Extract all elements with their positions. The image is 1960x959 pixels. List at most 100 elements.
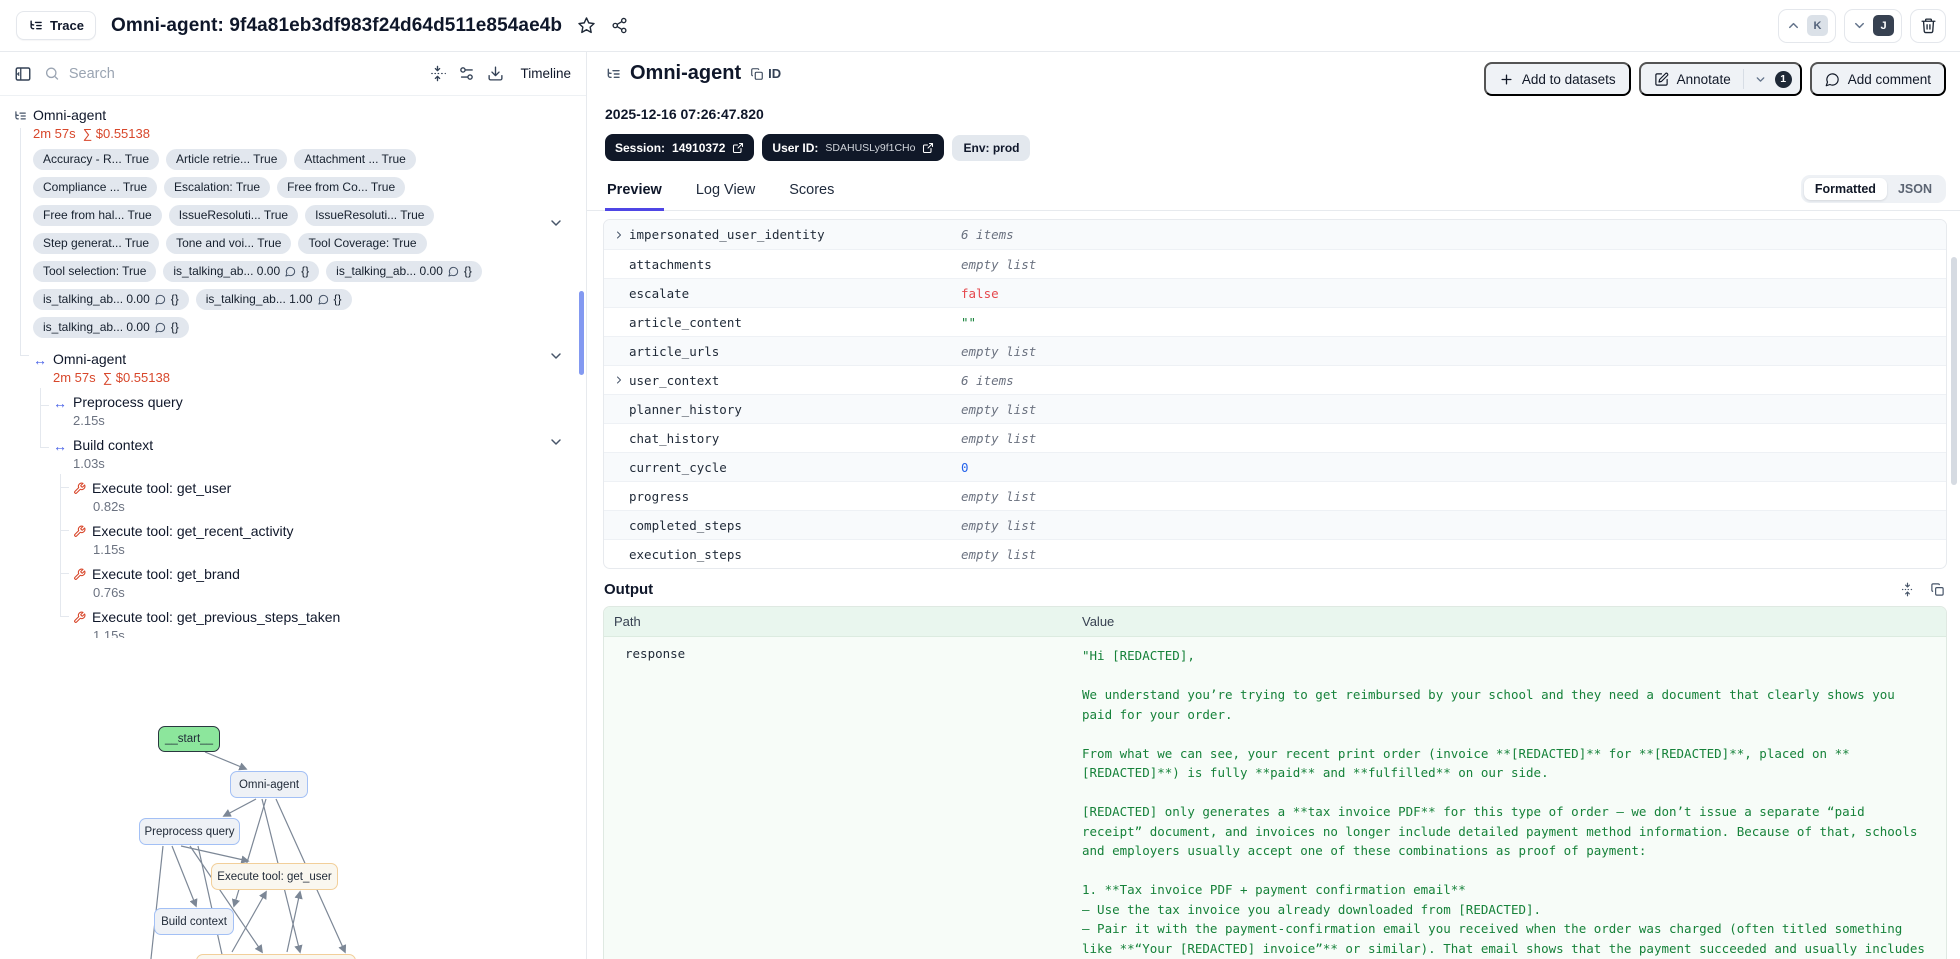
copy-icon[interactable] xyxy=(1930,582,1945,597)
score-badge-label: Attachment ... True xyxy=(304,152,406,166)
star-icon[interactable] xyxy=(577,16,596,35)
sidebar-header: Timeline xyxy=(0,52,586,96)
kbd-k: K xyxy=(1807,15,1828,36)
output-section-title: Output xyxy=(604,581,654,598)
score-badge[interactable]: Step generat... True xyxy=(33,233,160,254)
tree-root-row[interactable]: Omni-agent xyxy=(0,106,586,125)
nav-down-button[interactable]: J xyxy=(1844,8,1902,43)
collapse-chevron-icon[interactable] xyxy=(548,348,564,364)
collapse-all-icon[interactable] xyxy=(429,65,447,82)
output-row-response[interactable]: response "Hi [REDACTED], We understand y… xyxy=(604,637,1946,959)
graph-node--start-[interactable]: __start__ xyxy=(158,726,220,752)
preview-row[interactable]: execution_steps empty list xyxy=(604,539,1946,568)
format-toggle-formatted[interactable]: Formatted xyxy=(1803,178,1887,200)
tab-preview[interactable]: Preview xyxy=(605,182,664,211)
tree-guide xyxy=(60,616,69,617)
score-badge[interactable]: IssueResoluti... True xyxy=(168,205,299,226)
score-badge[interactable]: is_talking_ab... 1.00 {} xyxy=(195,289,352,310)
settings-sliders-icon[interactable] xyxy=(458,65,475,82)
add-to-datasets-button[interactable]: Add to datasets xyxy=(1483,62,1631,96)
graph-node-build-context[interactable]: Build context xyxy=(154,908,234,935)
user-id-badge[interactable]: User ID: SDAHUSLy9f1CHo xyxy=(762,134,945,161)
score-badge[interactable]: IssueResoluti... True xyxy=(305,205,435,226)
preview-row[interactable]: progress empty list xyxy=(604,481,1946,510)
timeline-toggle[interactable]: Timeline xyxy=(520,66,571,81)
preview-scrollbar[interactable] xyxy=(1951,257,1957,485)
collapse-chevron-icon[interactable] xyxy=(548,434,564,450)
chevron-down-icon[interactable] xyxy=(1754,73,1767,86)
nav-up-button[interactable]: K xyxy=(1778,8,1836,43)
trace-breadcrumb[interactable]: Trace xyxy=(16,11,96,40)
trace-sidebar: Timeline Omni-agent 2m 57s ∑ $0.55138 Ac… xyxy=(0,52,587,959)
format-toggle: Formatted JSON xyxy=(1800,175,1946,203)
search-box[interactable] xyxy=(44,65,418,82)
expand-chevron-icon xyxy=(617,231,621,238)
preview-row[interactable]: article_urls empty list xyxy=(604,336,1946,365)
tab-log-view[interactable]: Log View xyxy=(694,182,757,211)
graph-node[interactable] xyxy=(196,954,356,959)
tree-guide xyxy=(60,474,61,616)
span-row[interactable]: ↔ Omni-agent 2m 57s ∑ $0.55138 xyxy=(0,350,586,387)
expand-chevron-icon[interactable] xyxy=(613,374,629,386)
session-badge[interactable]: Session: 14910372 xyxy=(605,134,755,161)
score-badge[interactable]: Escalation: True xyxy=(164,177,271,198)
score-badge[interactable]: Tool Coverage: True xyxy=(298,233,427,254)
tree-scrollbar[interactable] xyxy=(579,291,584,375)
span-row[interactable]: ↔ Preprocess query 2.15s xyxy=(0,393,586,430)
collapse-all-icon[interactable] xyxy=(1900,582,1915,597)
preview-row[interactable]: user_context 6 items xyxy=(604,365,1946,394)
env-badge: Env: prod xyxy=(952,134,1031,161)
score-badge[interactable]: Free from Co... True xyxy=(277,177,406,198)
copy-id-button[interactable]: ID xyxy=(750,66,781,81)
preview-row[interactable]: completed_steps empty list xyxy=(604,510,1946,539)
input-preview-table: impersonated_user_identity 6 items attachm… xyxy=(603,219,1947,569)
add-comment-button[interactable]: Add comment xyxy=(1809,62,1946,96)
graph-node-execute-tool-get-user[interactable]: Execute tool: get_user xyxy=(211,863,338,890)
score-badge[interactable]: Tool selection: True xyxy=(33,261,157,282)
preview-row[interactable]: chat_history empty list xyxy=(604,423,1946,452)
score-badge[interactable]: is_talking_ab... 0.00 {} xyxy=(33,289,189,310)
span-row[interactable]: Execute tool: get_recent_activity 1.15s xyxy=(0,522,586,559)
format-toggle-json[interactable]: JSON xyxy=(1887,178,1943,200)
top-bar: Trace Omni-agent: 9f4a81eb3df983f24d64d5… xyxy=(0,0,1960,52)
graph-node-omni-agent[interactable]: Omni-agent xyxy=(230,771,308,798)
score-badge[interactable]: Free from hal... True xyxy=(33,205,162,226)
preview-value: empty list xyxy=(961,256,1037,272)
score-badge[interactable]: is_talking_ab... 0.00 {} xyxy=(163,261,320,282)
share-icon[interactable] xyxy=(611,17,628,34)
collapse-chevron-icon[interactable] xyxy=(548,215,564,231)
collapse-panel-icon[interactable] xyxy=(14,65,32,83)
preview-row[interactable]: impersonated_user_identity 6 items xyxy=(604,220,1946,249)
score-badge-suffix: {} xyxy=(170,320,179,334)
preview-row[interactable]: planner_history empty list xyxy=(604,394,1946,423)
annotate-button[interactable]: Annotate 1 xyxy=(1638,62,1802,96)
preview-row[interactable]: current_cycle 0 xyxy=(604,452,1946,481)
tool-wrench-icon xyxy=(74,525,86,537)
search-input[interactable] xyxy=(68,65,418,82)
span-row[interactable]: Execute tool: get_previous_steps_taken 1.… xyxy=(0,608,586,638)
delete-trace-button[interactable] xyxy=(1910,8,1946,43)
span-row[interactable]: Execute tool: get_brand 0.76s xyxy=(0,565,586,602)
score-badge[interactable]: is_talking_ab... 0.00 {} xyxy=(326,261,482,282)
chevron-down-icon xyxy=(1855,22,1864,29)
graph-edges xyxy=(150,751,347,959)
score-badge[interactable]: Article retrie... True xyxy=(166,149,288,170)
preview-row[interactable]: attachments empty list xyxy=(604,249,1946,278)
preview-row[interactable]: escalate false xyxy=(604,278,1946,307)
preview-row[interactable]: article_content "" xyxy=(604,307,1946,336)
tab-scores[interactable]: Scores xyxy=(787,182,836,211)
download-icon[interactable] xyxy=(487,65,504,82)
score-badge[interactable]: is_talking_ab... 0.00 {} xyxy=(33,317,189,338)
score-badge[interactable]: Attachment ... True xyxy=(294,149,416,170)
span-row[interactable]: ↔ Build context 1.03s xyxy=(0,436,586,473)
span-label: Execute tool: get_recent_activity xyxy=(92,523,294,539)
score-badge[interactable]: Accuracy - R... True xyxy=(33,149,160,170)
preview-value: empty list xyxy=(961,343,1037,359)
score-badge[interactable]: Tone and voi... True xyxy=(166,233,292,254)
expand-chevron-icon[interactable] xyxy=(613,229,629,241)
span-row[interactable]: Execute tool: get_user 0.82s xyxy=(0,479,586,516)
score-badge-label: is_talking_ab... 0.00 xyxy=(336,264,443,278)
trace-detail-panel: Omni-agent ID Add to datasets Annotate 1… xyxy=(587,52,1960,959)
score-badge[interactable]: Compliance ... True xyxy=(33,177,158,198)
graph-node-preprocess-query[interactable]: Preprocess query xyxy=(139,818,240,845)
